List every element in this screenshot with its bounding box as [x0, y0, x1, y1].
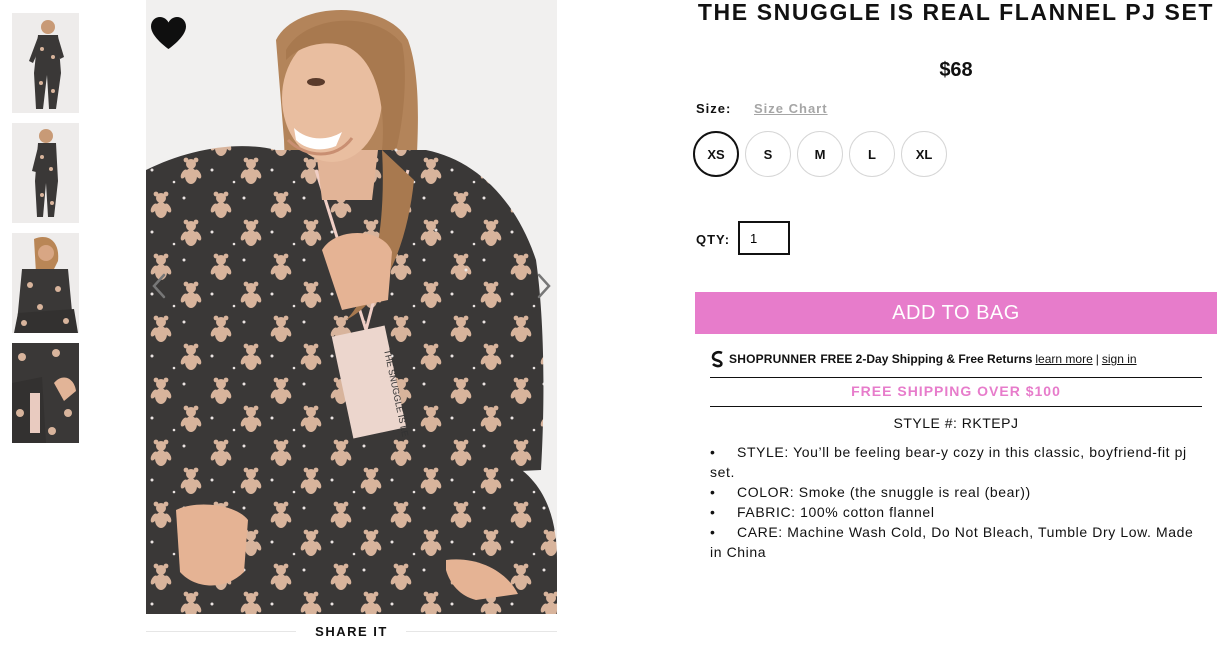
bullet: •	[710, 504, 716, 520]
product-thumbnail-image	[12, 233, 79, 333]
quantity-label: QTY:	[696, 232, 731, 247]
free-shipping-banner: FREE SHIPPING OVER $100	[851, 383, 1061, 399]
product-description-list: • STYLE: You’ll be feeling bear-y cozy in…	[710, 442, 1205, 562]
divider	[710, 377, 1202, 378]
thumbnail-4[interactable]	[12, 343, 79, 443]
size-option-m[interactable]: M	[797, 131, 843, 177]
thumbnail-2[interactable]	[12, 123, 79, 223]
share-icons-strip[interactable]	[240, 650, 400, 656]
bullet: •	[710, 444, 716, 460]
thumbnail-1[interactable]	[12, 13, 79, 113]
shoprunner-logo-icon	[711, 350, 723, 368]
size-option-s[interactable]: S	[745, 131, 791, 177]
main-product-image: THE SNUGGLE IS LE	[146, 0, 557, 614]
size-option-xl[interactable]: XL	[901, 131, 947, 177]
description-item: • CARE: Machine Wash Cold, Do Not Bleach,…	[710, 522, 1205, 562]
size-option-l[interactable]: L	[849, 131, 895, 177]
shoprunner-sign-in-link[interactable]: sign in	[1102, 352, 1137, 366]
shoprunner-brand: SHOPRUNNER	[729, 352, 817, 366]
product-thumbnail-image	[12, 123, 79, 223]
bullet: •	[710, 484, 716, 500]
description-item: • STYLE: You’ll be feeling bear-y cozy in…	[710, 442, 1205, 482]
description-item: • FABRIC: 100% cotton flannel	[710, 502, 1205, 522]
style-number: STYLE #: RKTEPJ	[893, 415, 1019, 431]
shoprunner-banner: SHOPRUNNER FREE 2-Day Shipping & Free Re…	[710, 349, 1202, 369]
divider	[710, 406, 1202, 407]
product-title: THE SNUGGLE IS REAL FLANNEL PJ SET	[697, 0, 1215, 25]
shoprunner-separator: |	[1095, 352, 1099, 366]
description-text: FABRIC: 100% cotton flannel	[737, 504, 935, 520]
description-item: • COLOR: Smoke (the snuggle is real (bear…	[710, 482, 1205, 502]
product-thumbnail-image	[12, 13, 79, 113]
description-text: STYLE: You’ll be feeling bear-y cozy in …	[710, 444, 1187, 480]
share-section: SHARE IT	[146, 622, 557, 642]
quantity-input[interactable]	[738, 221, 790, 255]
product-price: $68	[939, 59, 973, 81]
description-text: COLOR: Smoke (the snuggle is real (bear)…	[737, 484, 1031, 500]
size-option-xs[interactable]: XS	[693, 131, 739, 177]
bullet: •	[710, 524, 716, 540]
thumbnail-3[interactable]	[12, 233, 79, 333]
shoprunner-text: FREE 2-Day Shipping & Free Returns	[820, 352, 1033, 366]
model-photo: THE SNUGGLE IS LE	[146, 0, 557, 614]
favorite-heart-icon[interactable]	[150, 16, 187, 50]
shoprunner-learn-more-link[interactable]: learn more	[1035, 352, 1092, 366]
add-to-bag-button[interactable]: ADD TO BAG	[695, 292, 1217, 334]
size-label: Size:	[696, 101, 732, 116]
share-label: SHARE IT	[315, 624, 388, 639]
product-thumbnail-image	[12, 343, 79, 443]
size-chart-link[interactable]: Size Chart	[754, 101, 828, 116]
chevron-left-icon[interactable]	[149, 270, 169, 302]
description-text: CARE: Machine Wash Cold, Do Not Bleach, …	[710, 524, 1194, 560]
chevron-right-icon[interactable]	[534, 270, 554, 302]
